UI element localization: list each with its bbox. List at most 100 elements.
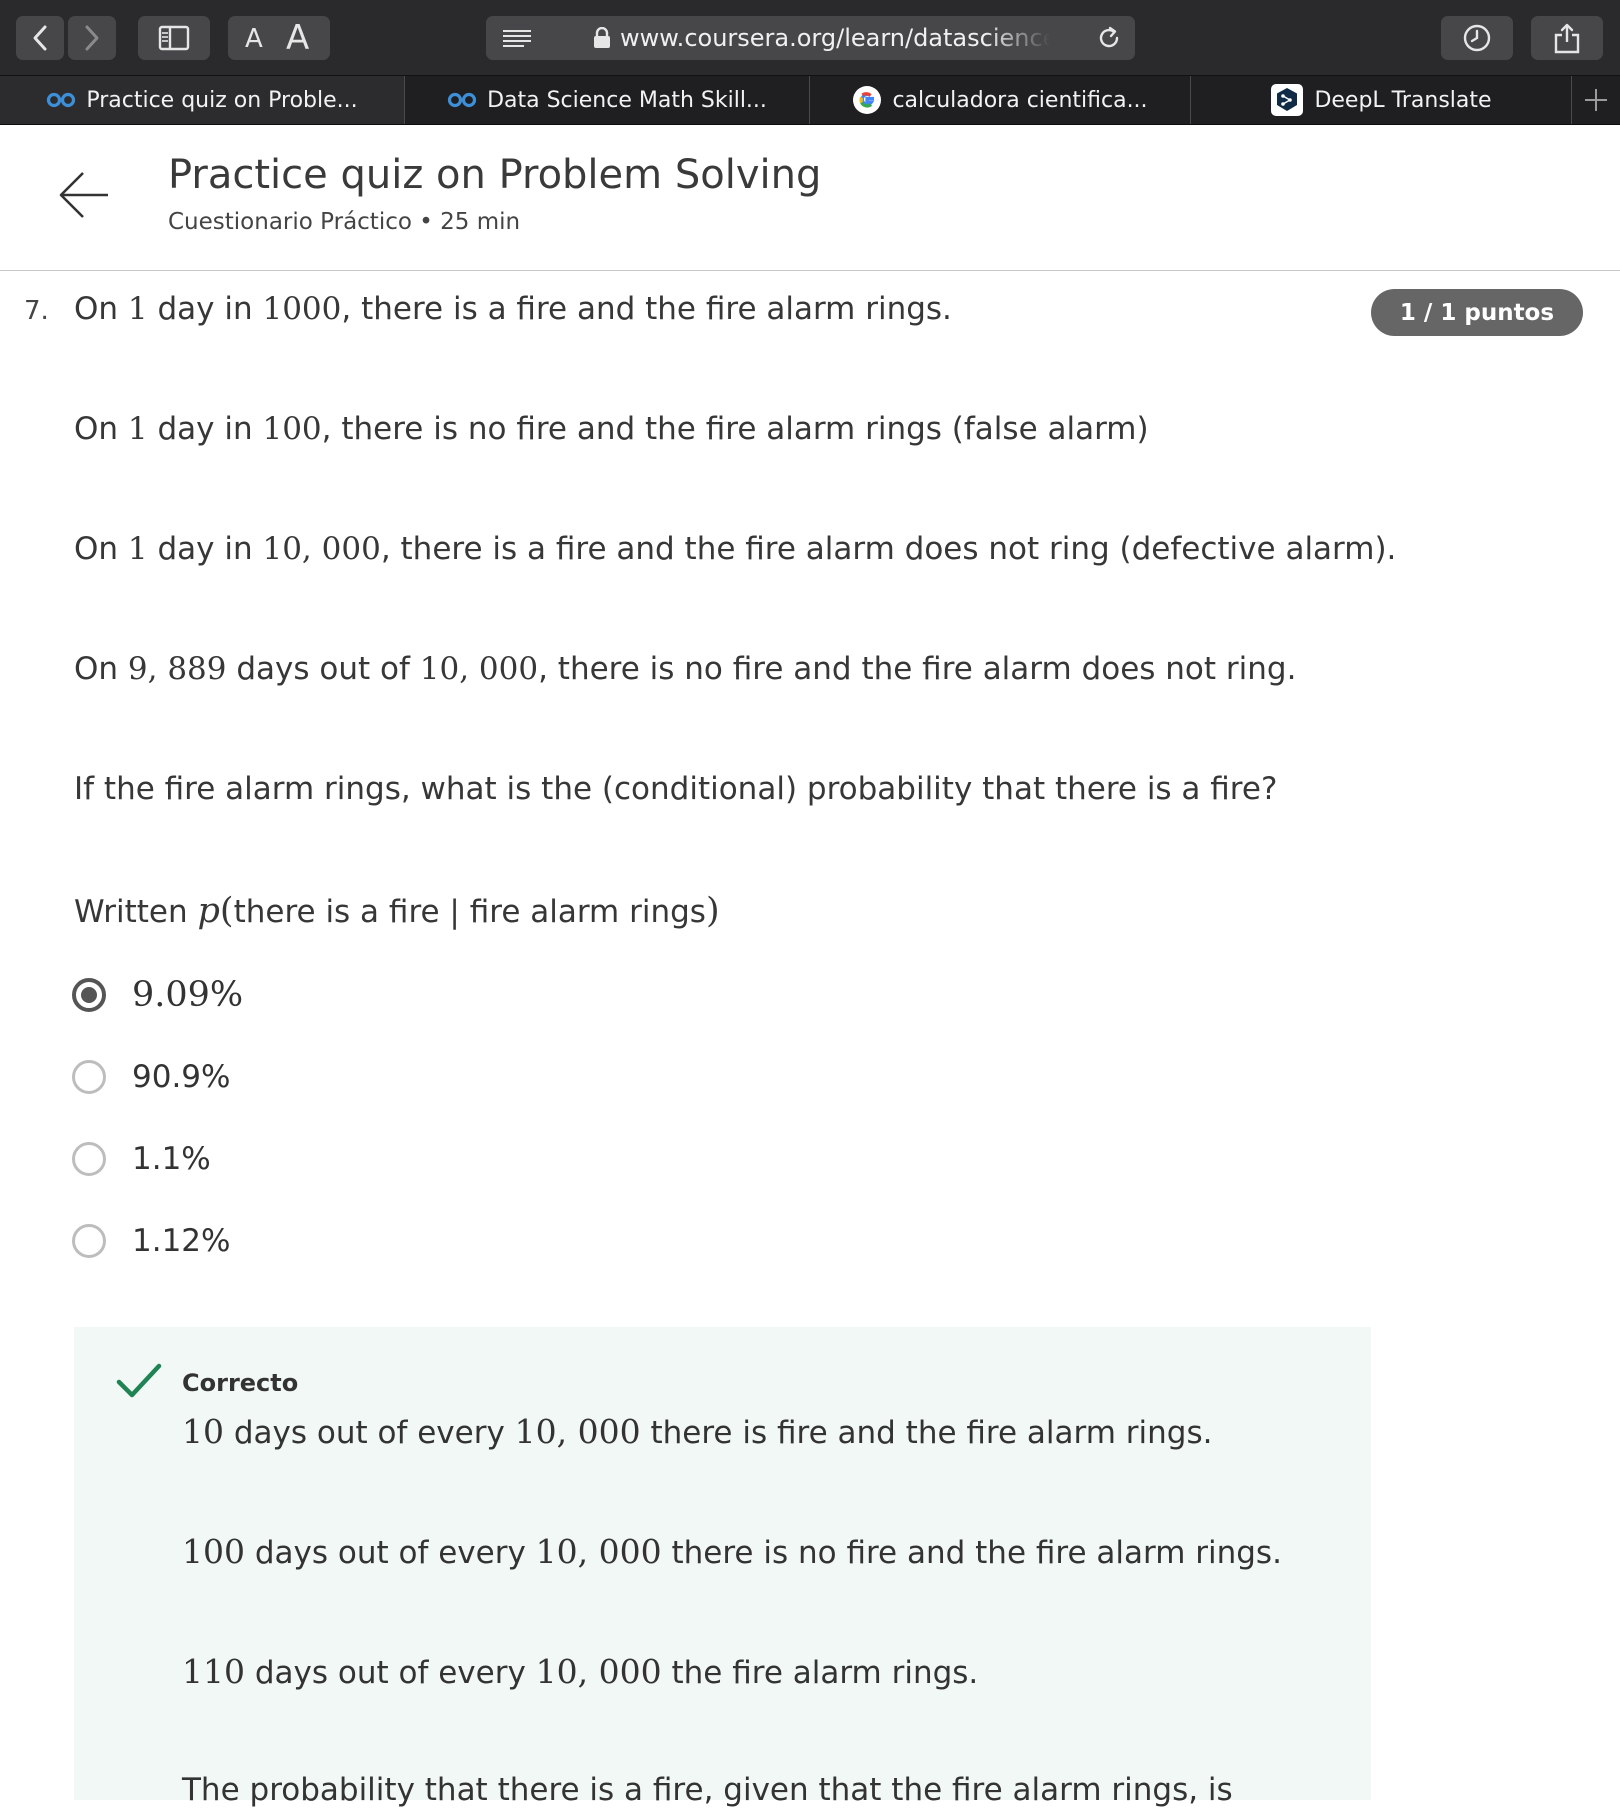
text: On (74, 651, 128, 687)
answer-option-label: 1.1% (132, 1141, 211, 1177)
text: days out of every (224, 1415, 515, 1451)
text: there is no fire and the fire alarm ring… (661, 1535, 1282, 1571)
share-icon (1554, 23, 1580, 54)
question-line-2: On 1 day in 100, there is no fire and th… (74, 411, 1149, 447)
reader-view-icon (503, 30, 531, 47)
math-number: 10, 000 (419, 651, 539, 687)
tab-practice-quiz[interactable]: Practice quiz on Proble... (0, 76, 404, 124)
text: day in (147, 531, 263, 567)
answer-option-label: 9.09% (132, 975, 244, 1015)
math-number: 10, 000 (535, 1532, 662, 1571)
feedback-status: Correcto (182, 1369, 299, 1397)
text: there is fire and the fire alarm rings. (640, 1415, 1213, 1451)
feedback-line-3: 110 days out of every 10, 000 the fire a… (182, 1652, 978, 1691)
text: day in (147, 411, 263, 447)
text-size-small-label: A (245, 24, 263, 54)
tab-calculadora[interactable]: calculadora cientifica... (810, 76, 1190, 124)
text: On (74, 531, 128, 567)
arrow-left-icon (59, 172, 108, 218)
text: , there is no fire and the fire alarm do… (538, 651, 1297, 687)
feedback-line-4: The probability that there is a fire, gi… (182, 1772, 1233, 1808)
text: days out of every (245, 1535, 536, 1571)
tab-bar: Practice quiz on Proble... Data Science … (0, 76, 1620, 125)
back-button[interactable] (58, 170, 110, 224)
chevron-right-icon (85, 25, 99, 51)
text: there is a fire | fire alarm rings (233, 894, 706, 930)
text: , there is no fire and the fire alarm ri… (321, 411, 1149, 447)
google-icon (852, 85, 882, 115)
math-number: 1 (127, 531, 148, 567)
question-line-3: On 1 day in 10, 000, there is a fire and… (74, 531, 1396, 567)
answer-option-label: 1.12% (132, 1223, 231, 1259)
math-number: 10, 000 (262, 531, 381, 567)
radio-button[interactable] (72, 1142, 106, 1176)
back-nav-button[interactable] (16, 16, 64, 60)
clock-icon (1463, 24, 1491, 52)
coursera-icon (447, 92, 477, 108)
address-bar[interactable]: www.coursera.org/learn/datasciencemat (486, 16, 1135, 60)
header-divider (0, 270, 1620, 271)
plus-icon (1585, 89, 1607, 111)
feedback-line-2: 100 days out of every 10, 000 there is n… (182, 1532, 1282, 1571)
radio-button-selected[interactable] (72, 978, 106, 1012)
chevron-left-icon (33, 25, 47, 51)
text: days out of every (245, 1655, 536, 1691)
answer-option-2[interactable]: 90.9% (72, 1057, 230, 1097)
feedback-panel: Correcto 10 days out of every 10, 000 th… (74, 1327, 1371, 1808)
question-line-4: On 9, 889 days out of 10, 000, there is … (74, 651, 1296, 687)
math-number: 1 (127, 411, 148, 447)
question-number: 7. (24, 296, 49, 326)
question-prompt: If the fire alarm rings, what is the (co… (74, 771, 1278, 807)
question-notation: Written p(there is a fire | fire alarm r… (74, 891, 720, 931)
sidebar-button[interactable] (138, 16, 210, 60)
tab-label: Practice quiz on Proble... (86, 87, 358, 113)
page-subtitle: Cuestionario Práctico • 25 min (168, 209, 521, 235)
radio-button[interactable] (72, 1224, 106, 1258)
math-number: 10, 000 (514, 1412, 641, 1451)
answer-option-1[interactable]: 9.09% (72, 975, 243, 1015)
url-text: www.coursera.org/learn/datasciencemat (620, 24, 1050, 52)
feedback-line-1: 10 days out of every 10, 000 there is fi… (182, 1412, 1212, 1451)
math-number: 100 (182, 1532, 245, 1571)
reload-icon[interactable] (1096, 25, 1122, 51)
math-paren: ) (705, 891, 720, 931)
answer-option-3[interactable]: 1.1% (72, 1139, 211, 1179)
text: Written (74, 894, 198, 930)
tab-label: DeepL Translate (1314, 87, 1492, 113)
text-size-button[interactable]: A A (228, 16, 330, 60)
tab-label: Data Science Math Skill... (487, 87, 767, 113)
text: , there is a fire and the fire alarm doe… (380, 531, 1397, 567)
points-badge: 1 / 1 puntos (1371, 289, 1583, 336)
forward-nav-button[interactable] (68, 16, 116, 60)
math-number: 100 (262, 411, 322, 447)
math-number: 1 (127, 291, 148, 327)
page-title: Practice quiz on Problem Solving (168, 152, 822, 198)
math-paren: ( (219, 891, 234, 931)
text: On (74, 291, 128, 327)
math-number: 10 (182, 1412, 224, 1451)
text-size-large-label: A (286, 18, 310, 58)
answer-option-4[interactable]: 1.12% (72, 1221, 230, 1261)
text: On (74, 411, 128, 447)
text: the fire alarm rings. (661, 1655, 979, 1691)
tab-label: calculadora cientifica... (892, 87, 1148, 113)
share-button[interactable] (1531, 16, 1603, 60)
tab-data-science-math[interactable]: Data Science Math Skill... (405, 76, 809, 124)
new-tab-button[interactable] (1572, 76, 1620, 124)
history-button[interactable] (1441, 16, 1513, 60)
question-line-1: On 1 day in 1000, there is a fire and th… (74, 291, 952, 327)
tab-deepl[interactable]: DeepL Translate (1191, 76, 1571, 124)
browser-toolbar: A A www.coursera.org/learn/datasciencema… (0, 0, 1620, 76)
deepl-icon (1270, 83, 1304, 117)
lock-icon (594, 27, 610, 48)
math-variable: p (197, 891, 220, 931)
answer-option-label: 90.9% (132, 1059, 231, 1095)
checkmark-icon (116, 1363, 162, 1398)
sidebar-icon (158, 25, 190, 51)
math-number: 110 (182, 1652, 245, 1691)
text: , there is a fire and the fire alarm rin… (341, 291, 952, 327)
radio-button[interactable] (72, 1060, 106, 1094)
math-number: 10, 000 (535, 1652, 662, 1691)
text: day in (147, 291, 263, 327)
math-number: 1000 (262, 291, 342, 327)
